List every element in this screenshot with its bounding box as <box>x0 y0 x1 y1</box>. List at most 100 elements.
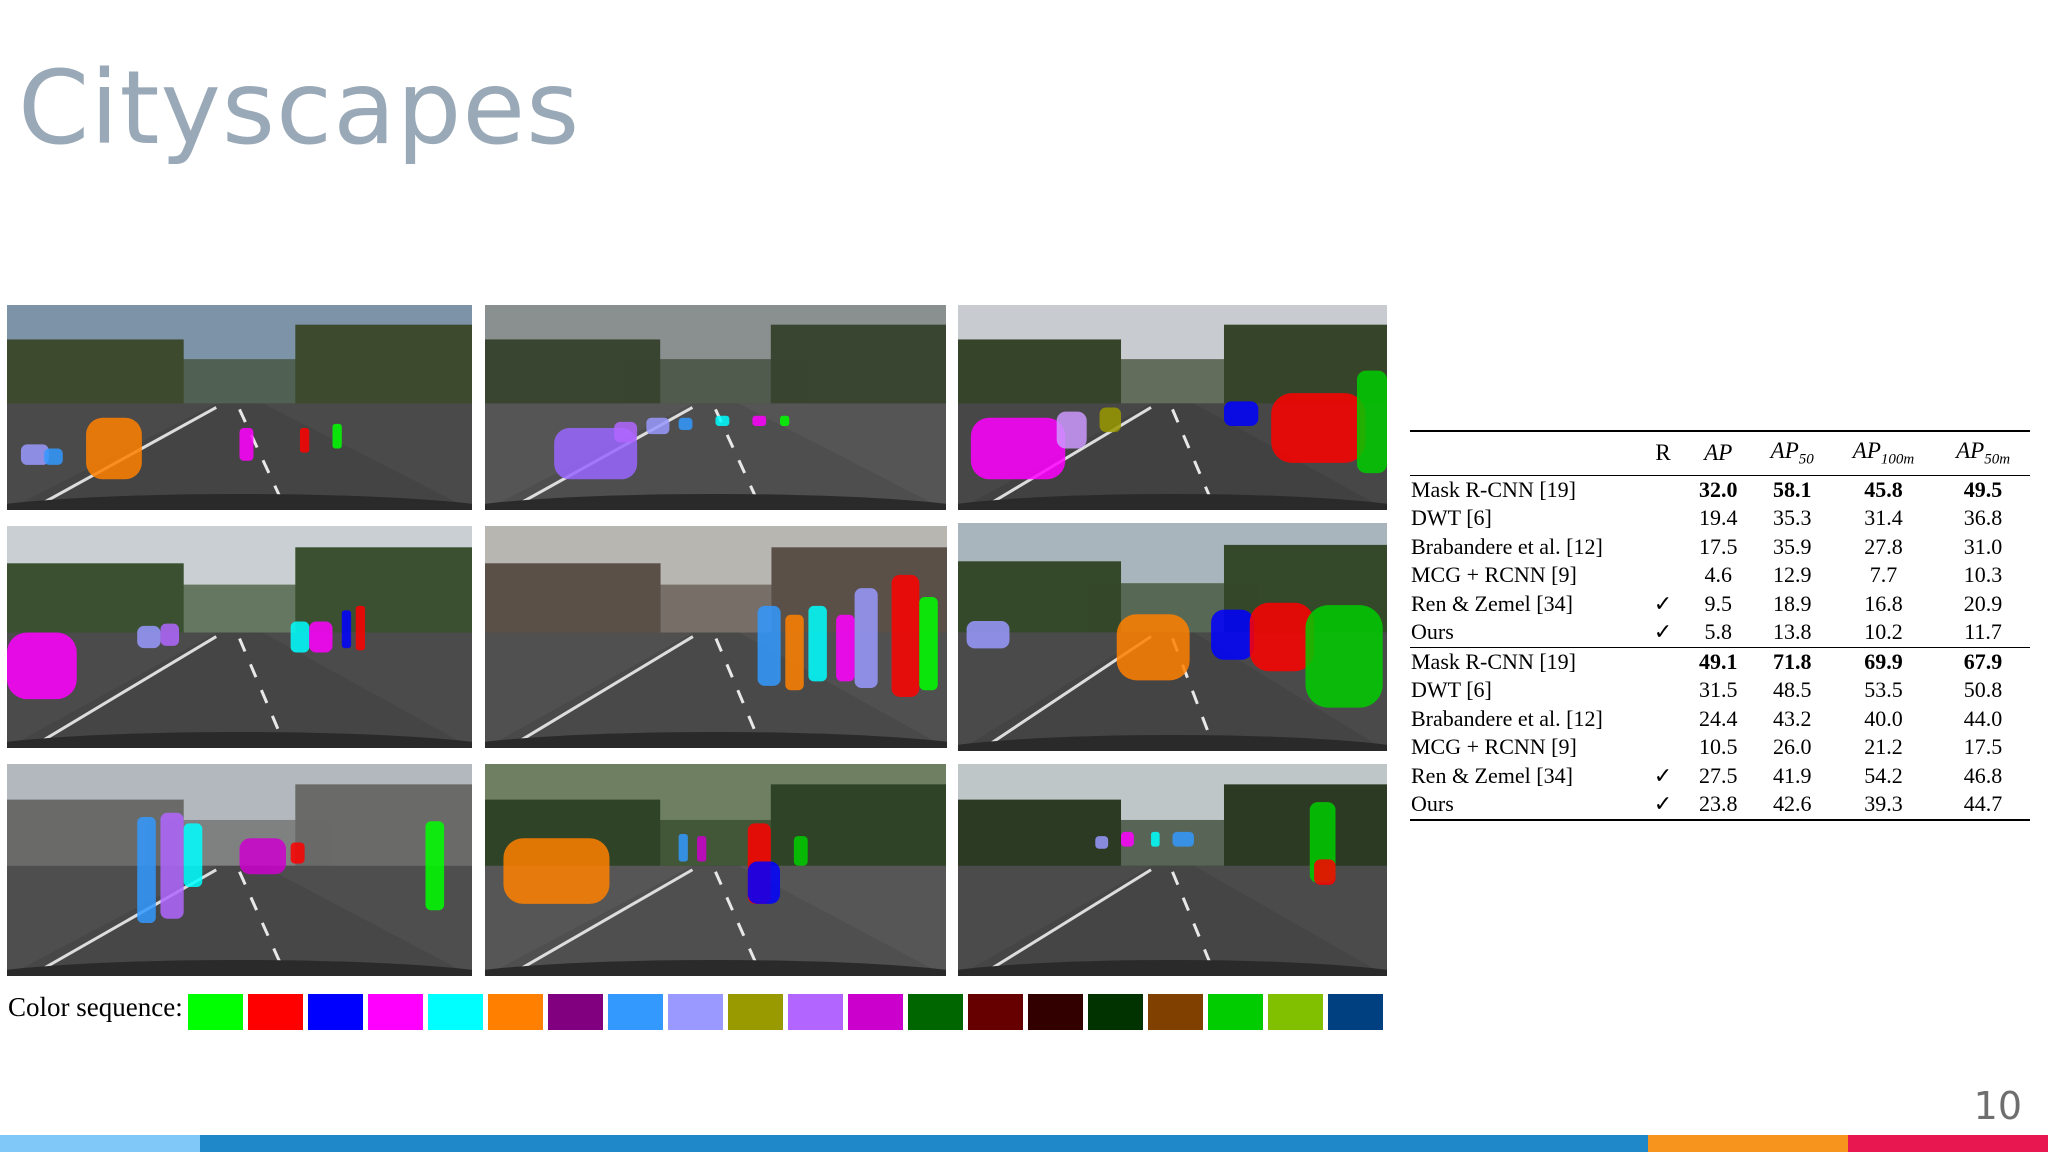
cell-r-col <box>1643 533 1683 562</box>
cell-ap50-col: 71.8 <box>1753 646 1831 677</box>
color-swatch <box>428 994 483 1030</box>
cell-ap100m-col: 10.2 <box>1864 619 1903 645</box>
cell-ap100m-col: 40.0 <box>1864 705 1903 731</box>
color-swatch <box>1088 994 1143 1030</box>
cell-ap-col: 17.5 <box>1699 533 1738 559</box>
cell-ap-col: 27.5 <box>1699 762 1738 788</box>
color-swatch <box>308 994 363 1030</box>
cell-r-col: ✓ <box>1643 790 1684 821</box>
color-sequence-label: Color sequence: <box>8 992 183 1022</box>
street-scene-image <box>958 764 1387 976</box>
cell-ap100m-col: 27.8 <box>1864 533 1903 559</box>
cell-ap50m-col: 11.7 <box>1964 619 2002 645</box>
table-row: DWT [6] 31.5 48.5 53.5 50.8 <box>1410 676 2030 705</box>
cell-ap50-col: 35.9 <box>1772 533 1812 559</box>
cell-ap100m-col: 7.7 <box>1869 562 1898 588</box>
cell-ap50-col: 41.9 <box>1772 762 1812 788</box>
slide-title: Cityscapes <box>18 49 581 168</box>
color-swatch <box>848 994 903 1030</box>
cell-method-col: Mask R-CNN [19] <box>1411 476 1576 502</box>
cell-ap-col: 19.4 <box>1699 505 1738 531</box>
color-swatch <box>1148 994 1203 1030</box>
page-number: 10 <box>1973 1084 2022 1128</box>
cell-ap50-col: 58.1 <box>1772 476 1812 502</box>
street-scene-image <box>7 305 472 510</box>
cell-ap-col: 24.4 <box>1699 705 1738 731</box>
color-swatch <box>908 994 963 1030</box>
table-row: Ours ✓ 5.8 13.8 10.2 11.7 <box>1410 618 2030 647</box>
cell-ap50m-col: 44.0 <box>1963 705 2003 731</box>
cell-ap-col: 10.5 <box>1699 734 1738 760</box>
street-scene-image <box>485 305 946 510</box>
table-row: Brabandere et al. [12] 17.5 35.9 27.8 31.0 <box>1410 533 2030 562</box>
cell-method-col: DWT [6] <box>1411 677 1492 703</box>
street-scene-image <box>958 523 1387 751</box>
cell-ap50m-col: 20.9 <box>1963 590 2003 616</box>
color-swatch <box>968 994 1023 1030</box>
cell-ap50-col: 35.3 <box>1772 505 1812 531</box>
column-header-ap50-col: AP50 <box>1753 429 1831 476</box>
color-swatch <box>788 994 843 1030</box>
footer-bar-segment <box>200 1135 1648 1152</box>
cell-ap-col: 5.8 <box>1704 619 1733 645</box>
cell-ap50m-col: 36.8 <box>1963 505 2003 531</box>
cell-ap-col: 4.6 <box>1704 562 1733 588</box>
cell-ap50-col: 48.5 <box>1772 677 1812 703</box>
cell-ap50m-col: 10.3 <box>1963 562 2003 588</box>
cell-ap50m-col: 67.9 <box>1936 646 2030 677</box>
results-table: R AP AP50 AP100m AP50m Mask R-CNN [19] 32.0 58… <box>1410 429 2030 821</box>
cell-ap50-col: 42.6 <box>1753 790 1831 821</box>
cell-r-col: ✓ <box>1653 762 1673 788</box>
table-row: MCG + RCNN [9] 10.5 26.0 21.2 17.5 <box>1410 733 2030 762</box>
column-header-ap-col: AP <box>1683 429 1754 476</box>
color-swatch <box>488 994 543 1030</box>
table-row: Brabandere et al. [12] 24.4 43.2 40.0 44.0 <box>1410 705 2030 734</box>
footer-color-bar <box>0 1135 2048 1152</box>
table-header-row: R AP AP50 AP100m AP50m <box>1410 429 2030 476</box>
footer-bar-segment <box>1848 1135 2048 1152</box>
cell-ap100m-col: 31.4 <box>1864 505 1903 531</box>
column-header-ap50m-col: AP50m <box>1936 429 2030 476</box>
column-header-ap100m-col: AP100m <box>1830 429 1937 476</box>
cell-r-col: ✓ <box>1653 619 1673 645</box>
cell-ap100m-col: 21.2 <box>1864 734 1903 760</box>
cell-r-col <box>1643 475 1683 504</box>
cell-ap100m-col: 54.2 <box>1864 762 1903 788</box>
cell-method-col: Mask R-CNN [19] <box>1410 646 1643 677</box>
cell-ap50m-col: 50.8 <box>1963 677 2003 703</box>
street-scene-image <box>485 764 946 976</box>
color-swatch <box>1328 994 1383 1030</box>
table-row: Ren & Zemel [34] ✓ 9.5 18.9 16.8 20.9 <box>1410 590 2030 619</box>
color-swatch <box>668 994 723 1030</box>
cell-r-col <box>1643 705 1683 734</box>
color-swatch <box>608 994 663 1030</box>
cell-ap-col: 32.0 <box>1699 476 1738 502</box>
cell-ap50m-col: 46.8 <box>1963 762 2003 788</box>
table-row: Mask R-CNN [19] 49.1 71.8 69.9 67.9 <box>1410 646 2030 677</box>
cell-ap100m-col: 45.8 <box>1864 476 1903 502</box>
cell-method-col: Ren & Zemel [34] <box>1411 590 1573 616</box>
street-scene-image <box>485 526 947 748</box>
cell-ap50-col: 43.2 <box>1772 705 1812 731</box>
cell-ap50m-col: 17.5 <box>1963 734 2003 760</box>
cell-ap-col: 9.5 <box>1704 590 1733 616</box>
cell-r-col <box>1643 676 1683 705</box>
cell-method-col: Brabandere et al. [12] <box>1411 533 1603 559</box>
color-swatch <box>728 994 783 1030</box>
cell-ap50m-col: 44.7 <box>1936 790 2030 821</box>
cell-ap50m-col: 31.0 <box>1963 533 2003 559</box>
cell-ap-col: 49.1 <box>1683 646 1754 677</box>
cell-ap100m-col: 39.3 <box>1830 790 1937 821</box>
cell-ap50-col: 26.0 <box>1772 734 1812 760</box>
color-swatch <box>548 994 603 1030</box>
cell-r-col: ✓ <box>1653 590 1673 616</box>
cell-ap-col: 23.8 <box>1683 790 1754 821</box>
cell-r-col <box>1643 504 1683 533</box>
cell-ap-col: 31.5 <box>1699 677 1738 703</box>
cell-r-col <box>1643 646 1684 677</box>
color-swatch <box>248 994 303 1030</box>
column-header-r-col: R <box>1643 429 1684 476</box>
street-scene-image <box>958 305 1387 510</box>
column-header-method-col <box>1410 429 1643 476</box>
cell-ap50-col: 12.9 <box>1772 562 1812 588</box>
